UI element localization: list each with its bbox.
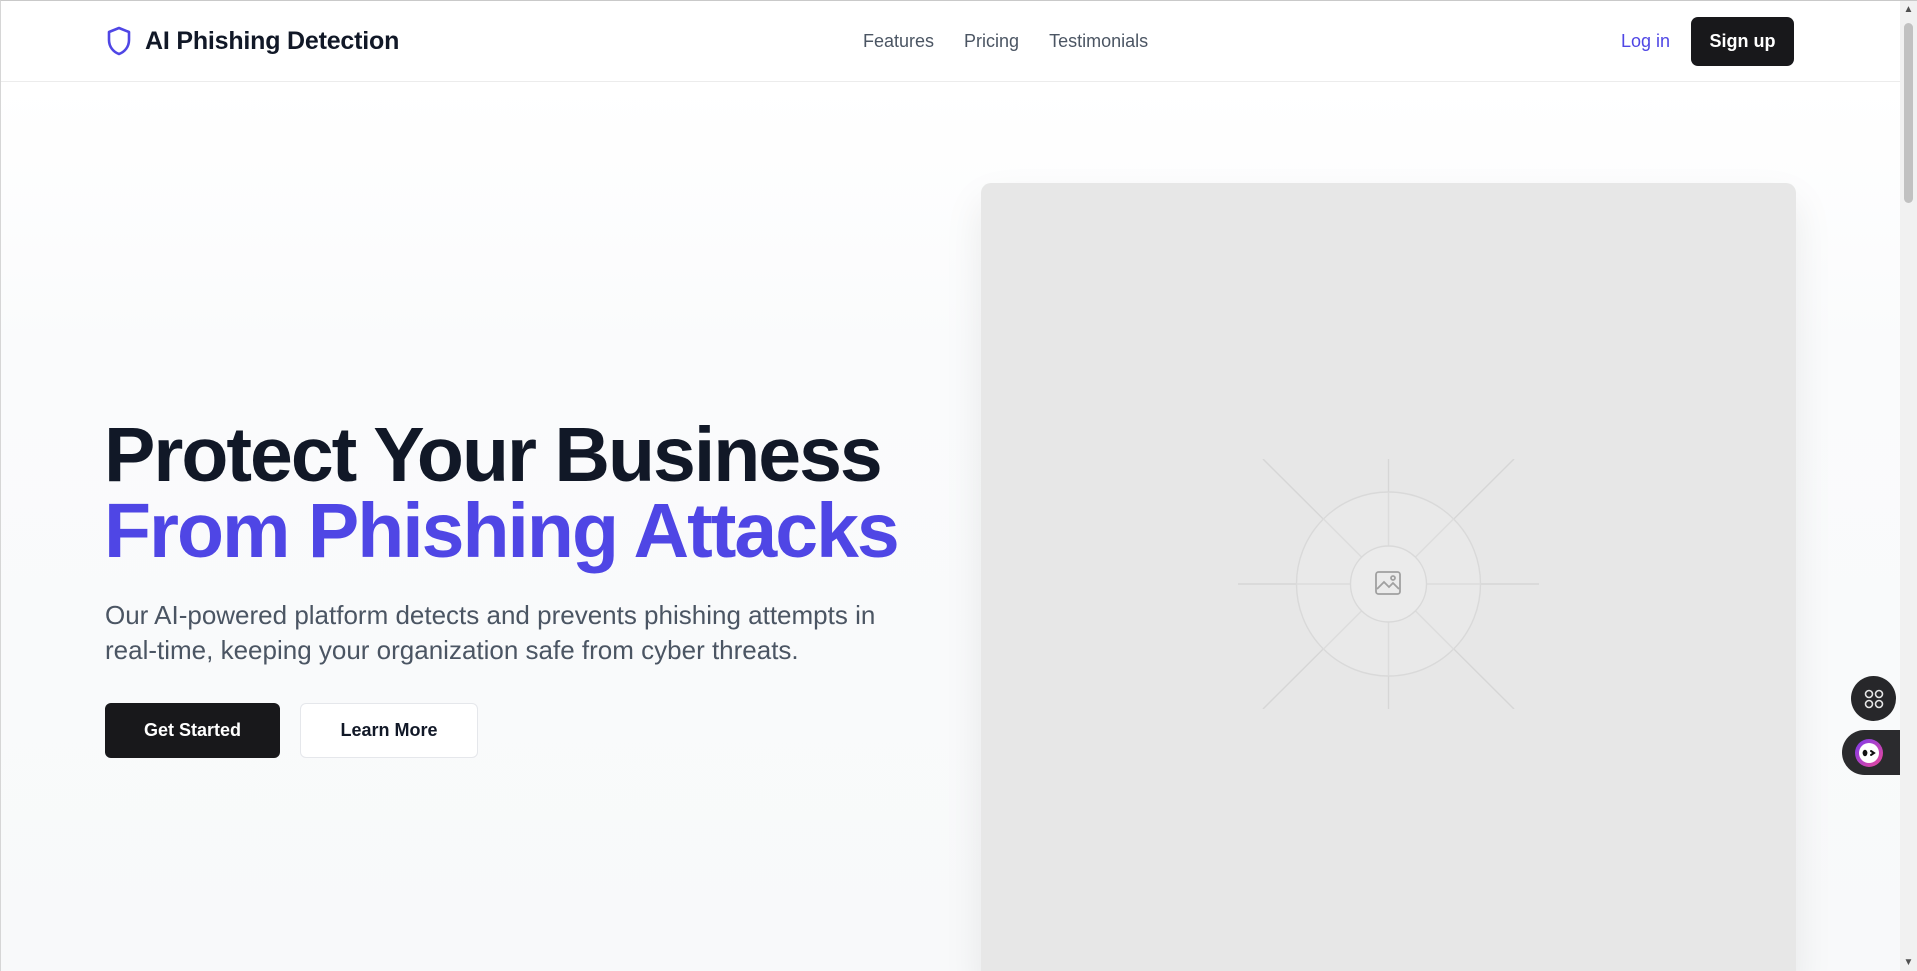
browser-viewport: AI Phishing Detection Features Pricing T… bbox=[0, 0, 1917, 971]
nav-link-testimonials[interactable]: Testimonials bbox=[1049, 31, 1148, 52]
hero-title: Protect Your Business From Phishing Atta… bbox=[104, 412, 900, 574]
learn-more-button[interactable]: Learn More bbox=[300, 703, 478, 758]
main-nav: Features Pricing Testimonials bbox=[863, 31, 1148, 52]
hero-image-placeholder bbox=[981, 183, 1796, 971]
scroll-up-arrow-icon[interactable]: ▲ bbox=[1900, 1, 1917, 18]
nav-link-features[interactable]: Features bbox=[863, 31, 934, 52]
command-icon[interactable] bbox=[1851, 676, 1896, 721]
hero-title-line-1: Protect Your Business bbox=[104, 412, 883, 498]
signup-button[interactable]: Sign up bbox=[1691, 17, 1794, 66]
image-placeholder-icon bbox=[1238, 459, 1539, 709]
vertical-scrollbar[interactable]: ▲ ▼ bbox=[1900, 1, 1917, 971]
scroll-thumb[interactable] bbox=[1904, 23, 1913, 203]
hero-title-line-2: From Phishing Attacks bbox=[104, 488, 900, 574]
assistant-bot-icon[interactable] bbox=[1842, 730, 1900, 775]
brand-logo[interactable]: AI Phishing Detection bbox=[105, 25, 399, 57]
shield-icon bbox=[105, 25, 133, 57]
login-link[interactable]: Log in bbox=[1621, 31, 1670, 52]
nav-link-pricing[interactable]: Pricing bbox=[964, 31, 1019, 52]
hero-subtitle: Our AI-powered platform detects and prev… bbox=[105, 600, 876, 665]
scroll-down-arrow-icon[interactable]: ▼ bbox=[1900, 954, 1917, 971]
site-header: AI Phishing Detection Features Pricing T… bbox=[1, 1, 1900, 82]
get-started-button[interactable]: Get Started bbox=[105, 703, 280, 758]
hero-section: Protect Your Business From Phishing Atta… bbox=[1, 83, 1900, 971]
brand-name: AI Phishing Detection bbox=[145, 26, 400, 55]
